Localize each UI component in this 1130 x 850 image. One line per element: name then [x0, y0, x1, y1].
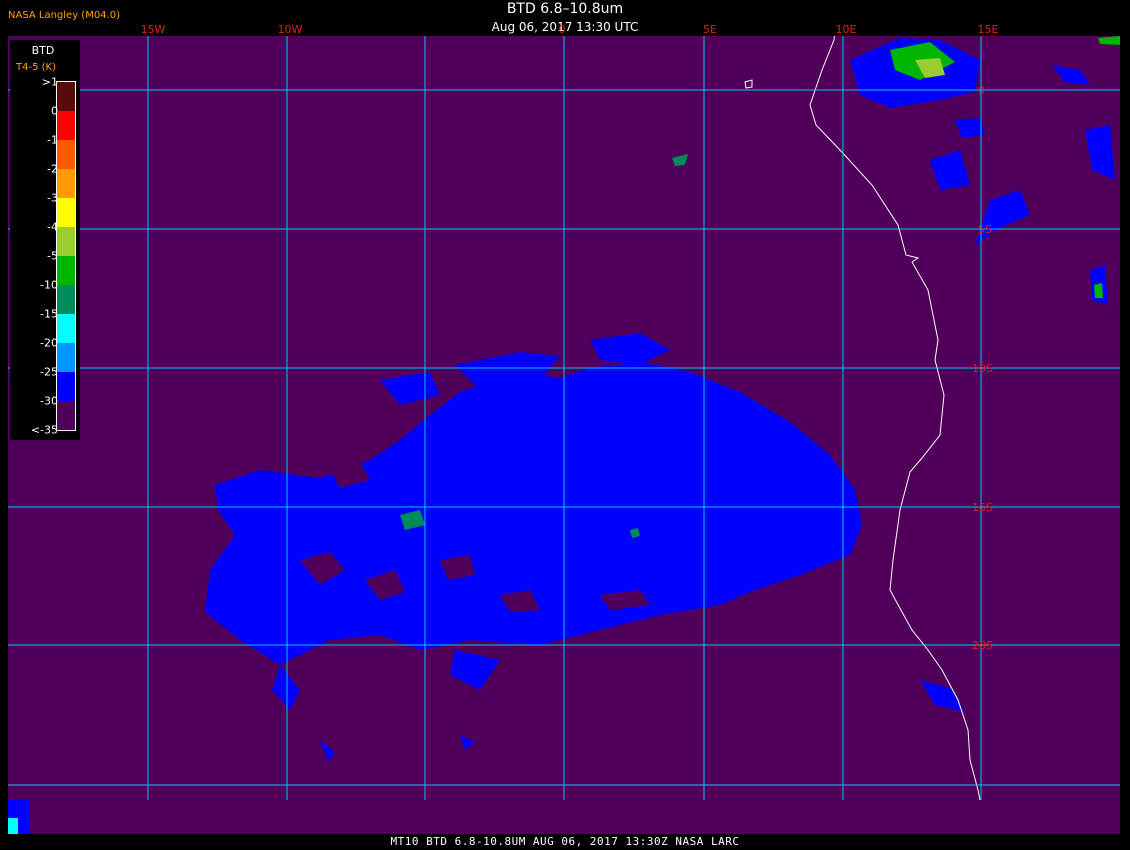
lon-label-15w: 15W [140, 23, 166, 36]
legend-label: -20 [40, 336, 58, 350]
legend-swatch [57, 82, 75, 111]
legend-swatch [57, 227, 75, 256]
legend-units: T4-5 (K) [16, 62, 56, 73]
lon-label-5e: 5E [703, 23, 717, 36]
legend-colorbar [56, 81, 76, 431]
legend-title: BTD [31, 44, 55, 57]
legend-swatch [57, 285, 75, 314]
lower-left-cloud-patch-cyan [8, 818, 18, 834]
lat-label-15s: 15S [972, 501, 993, 514]
legend-label: -15 [40, 307, 58, 321]
lat-label-20s: 20S [972, 639, 993, 652]
map-footer: MT10 BTD 6.8-10.8UM AUG 06, 2017 13:30Z … [0, 834, 1130, 850]
legend-label: <-35 [30, 423, 58, 437]
legend-swatch [57, 169, 75, 198]
legend-swatch [57, 140, 75, 169]
legend-label: -30 [40, 394, 58, 408]
legend-label: -10 [40, 278, 58, 292]
legend-swatch [57, 372, 75, 401]
lat-label-0: 0 [978, 84, 985, 97]
lon-label-0: 0 [558, 23, 566, 36]
lon-label-15e: 15E [977, 23, 999, 36]
map-header: NASA Langley (M04.0) BTD 6.8–10.8um Aug … [0, 0, 1130, 36]
legend-label: -2 [47, 162, 58, 176]
lon-label-10e: 10E [835, 23, 857, 36]
legend-label: -25 [40, 365, 58, 379]
color-legend: BTD T4-5 (K) >1 0 -1 -2 -3 -4 -5 -10 -15… [10, 40, 80, 440]
legend-label: -1 [47, 133, 58, 147]
legend-swatch [57, 401, 75, 430]
legend-swatch [57, 256, 75, 285]
map-title: BTD 6.8–10.8um [506, 1, 624, 17]
legend-label: -3 [47, 191, 58, 205]
legend-swatch [57, 314, 75, 343]
legend-label: 0 [51, 104, 58, 118]
legend-swatch [57, 111, 75, 140]
legend-label: >1 [41, 75, 58, 89]
legend-swatch [57, 198, 75, 227]
legend-swatch [57, 343, 75, 372]
satellite-map: 0 5S 10S 15S 20S [8, 5, 1120, 836]
lat-label-5s: 5S [978, 223, 992, 236]
lat-label-10s: 10S [972, 362, 993, 375]
lon-label-10w: 10W [277, 23, 303, 36]
legend-label: -5 [47, 249, 58, 263]
legend-label: -4 [47, 220, 58, 234]
